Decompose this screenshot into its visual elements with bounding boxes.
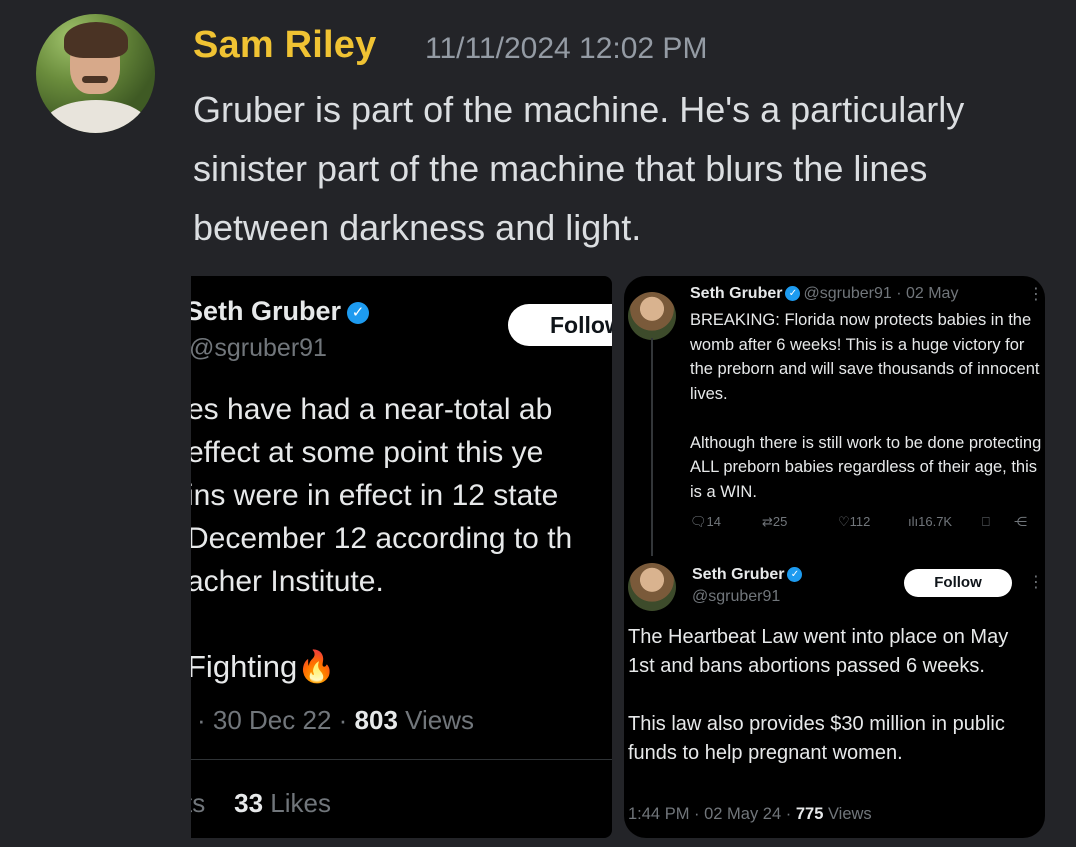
tweet-time-date: 1:44 PM · 02 May 24 · <box>628 805 792 823</box>
verified-badge-icon: ✓ <box>347 301 370 324</box>
repost-icon: ⇄ 25 <box>762 514 788 529</box>
tweet-stats-prefix: ts <box>191 788 206 818</box>
tweet-body-line: effect at some point this ye <box>191 436 544 469</box>
tweet-body-line: ins were in effect in 12 state <box>191 479 559 512</box>
message-author[interactable]: Sam Riley <box>193 24 376 67</box>
tweet-avatar <box>628 292 676 340</box>
tweet-author-handle: @sgruber91 <box>692 588 781 605</box>
message-text: Gruber is part of the machine. He's a pa… <box>193 89 965 248</box>
repost-count: 25 <box>772 514 788 529</box>
tweet-body-line: acher Institute. <box>191 565 384 598</box>
tweet-author-name: Seth Gruber <box>692 566 785 583</box>
tweet-actions: 🗨︎ 14 ⇄ 25 ♡ 112 ılı 16.7K ⎕ ⋲ <box>690 514 1035 534</box>
message-timestamp[interactable]: 11/11/2024 12:02 PM <box>425 32 707 66</box>
tweet-likes-label: Likes <box>270 788 331 818</box>
thread-line <box>651 338 653 556</box>
verified-badge-icon: ✓ <box>787 567 803 583</box>
tweet-text: BREAKING: Florida now protects babies in… <box>690 311 1042 501</box>
more-options-icon: ⋮ <box>1028 286 1044 303</box>
tweet-likes-count: 33 <box>234 788 264 818</box>
tweet-author-row: Seth Gruber ✓ <box>191 296 370 327</box>
views-icon: ılı 16.7K <box>908 514 953 529</box>
avatar-mustache <box>82 76 108 83</box>
tweet-header-row: Seth Gruber ✓ <box>692 566 805 584</box>
tweet-meta: 1:44 PM · 02 May 24 · 775 Views <box>628 805 872 824</box>
bookmark-icon: ⎕ <box>982 514 990 529</box>
tweet-body-line: es have had a near-total ab <box>191 393 553 426</box>
avatar-hair <box>64 22 128 58</box>
tweet-meta: · 30 Dec 22 · 803 Views <box>197 705 474 736</box>
tweet-views-label: Views <box>827 805 872 823</box>
like-count: 112 <box>849 514 871 529</box>
tweet-header-row: Seth Gruber ✓ @sgruber91 · 02 May <box>690 285 958 303</box>
tweet-date: · 30 Dec 22 · <box>197 705 348 735</box>
more-options-icon: ⋮ <box>1028 574 1044 591</box>
follow-button: Follow <box>508 304 612 346</box>
reply-count: 14 <box>706 514 721 529</box>
tweet-author-name: Seth Gruber <box>191 296 342 326</box>
like-icon: ♡ 112 <box>838 514 871 529</box>
tweet-views-count: 775 <box>795 805 824 823</box>
tweet-text: The Heartbeat Law went into place on May… <box>628 626 1009 764</box>
tweet-body-line: December 12 according to th <box>191 522 573 555</box>
views-count: 16.7K <box>918 514 953 529</box>
follow-button: Follow <box>904 569 1012 597</box>
tweet-views-label: Views <box>405 705 475 735</box>
avatar-shirt <box>44 100 148 133</box>
attachment-image-right[interactable]: Seth Gruber ✓ @sgruber91 · 02 May ⋮ BREAKI… <box>624 276 1045 838</box>
tweet-body: es have had a near-total ab effect at som… <box>191 388 612 603</box>
attachment-image-left[interactable]: Seth Gruber✓ @sgruber91 Follow es have h… <box>191 276 612 838</box>
share-icon: ⋲ <box>1014 514 1027 529</box>
verified-badge-icon: ✓ <box>785 286 801 302</box>
divider <box>191 759 612 760</box>
tweet-avatar <box>628 563 676 611</box>
author-avatar[interactable] <box>36 14 155 133</box>
tweet-author-name: Seth Gruber <box>690 285 783 302</box>
reply-icon: 🗨︎ 14 <box>690 514 721 529</box>
tweet-handle-date: @sgruber91 · 02 May <box>803 285 959 302</box>
tweet-stats: ts 33 Likes <box>191 788 331 819</box>
tweet-views-count: 803 <box>354 705 398 735</box>
tweet-author-handle: @sgruber91 <box>191 334 327 362</box>
tweet-tagline: Fighting🔥 <box>191 649 336 684</box>
